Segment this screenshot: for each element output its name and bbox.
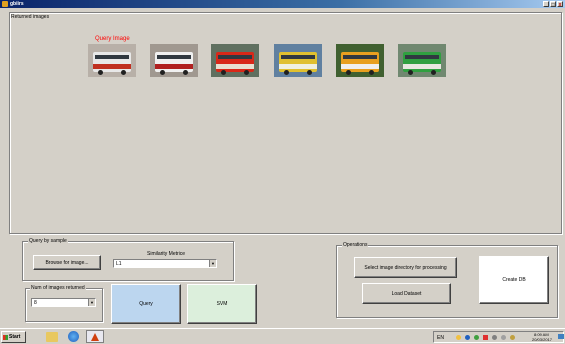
similarity-metric-value: L1	[116, 261, 122, 267]
title-bar: gbiirs _ □ x	[0, 0, 565, 8]
num-images-label: Num of images returned	[30, 285, 86, 291]
start-label: Start	[9, 334, 21, 340]
returned-images-label: Returned images	[11, 14, 50, 20]
bus-thumbnail-4[interactable]	[274, 44, 322, 77]
bus-thumbnail-3[interactable]	[211, 44, 259, 77]
load-dataset-button[interactable]: Load Dataset	[362, 283, 451, 304]
svm-button[interactable]: SVM	[187, 284, 257, 324]
taskbar: Start EN 8:09 AM 20/03/2017	[0, 328, 565, 344]
language-indicator[interactable]: EN	[437, 335, 444, 341]
folder-icon[interactable]	[46, 332, 58, 342]
window-controls: _ □ x	[543, 1, 563, 8]
tray-icon-4[interactable]	[483, 335, 488, 340]
network-icon[interactable]	[510, 335, 515, 340]
num-images-select[interactable]: 8 ▼	[31, 298, 96, 307]
create-db-button[interactable]: Create DB	[479, 256, 549, 304]
query-by-sample-label: Query by sample	[28, 238, 68, 244]
speaker-icon[interactable]	[501, 335, 506, 340]
app-icon	[2, 1, 8, 7]
operations-label: Operations	[342, 242, 369, 248]
start-button[interactable]: Start	[1, 331, 26, 343]
bus-thumbnail-6[interactable]	[398, 44, 446, 77]
tray-icon-1[interactable]	[456, 335, 461, 340]
close-button[interactable]: x	[557, 1, 563, 8]
dropdown-arrow-icon: ▼	[209, 260, 216, 267]
system-tray: EN 8:09 AM 20/03/2017	[433, 331, 564, 343]
bus-thumbnail-1[interactable]	[88, 44, 136, 77]
window-title: gbiirs	[10, 1, 24, 7]
minimize-button[interactable]: _	[543, 1, 549, 8]
query-image-label: Query Image	[95, 36, 130, 42]
num-images-value: 8	[34, 300, 37, 306]
matlab-icon[interactable]	[86, 330, 104, 343]
browse-button[interactable]: Browse for image...	[33, 255, 101, 270]
windows-logo-icon	[3, 334, 8, 340]
similarity-metric-label: Similarity Metrice	[147, 251, 186, 257]
select-directory-button[interactable]: Select image directory for processing	[354, 257, 457, 278]
browser-icon[interactable]	[68, 331, 79, 342]
similarity-metric-select[interactable]: L1 ▼	[113, 259, 217, 268]
dropdown-arrow-icon: ▼	[88, 299, 95, 306]
show-desktop-icon[interactable]	[558, 334, 564, 339]
query-button[interactable]: Query	[111, 284, 181, 324]
clock-date: 20/03/2017	[532, 337, 553, 342]
tray-icon-3[interactable]	[474, 335, 479, 340]
bus-thumbnail-5[interactable]	[336, 44, 384, 77]
maximize-button[interactable]: □	[550, 1, 556, 8]
tray-icon-5[interactable]	[492, 335, 497, 340]
bus-thumbnail-2[interactable]	[150, 44, 198, 77]
tray-icon-2[interactable]	[465, 335, 470, 340]
